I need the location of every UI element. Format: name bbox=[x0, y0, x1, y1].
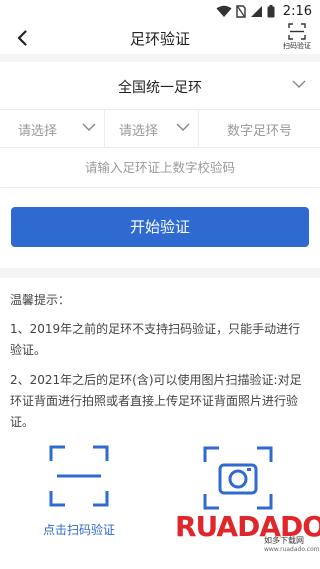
scan-action-label: 点击扫码验证 bbox=[42, 523, 115, 537]
status-bar: 2:16 bbox=[0, 0, 320, 22]
camera-frame-icon bbox=[203, 446, 273, 510]
tip-item: 2、2021年之后的足环(含)可以使用图片扫描验证:对足环证背面进行拍照或者直接… bbox=[10, 373, 302, 429]
tip-item: 1、2019年之前的足环不支持扫码验证，只能手动进行验证。 bbox=[10, 322, 301, 357]
wifi-icon bbox=[216, 5, 232, 17]
check-code-input[interactable]: 请输入足环证上数字校验码 bbox=[0, 148, 320, 188]
select-second-label: 请选择 bbox=[119, 123, 159, 139]
scan-frame-icon bbox=[49, 445, 109, 507]
select-second[interactable]: 请选择 bbox=[104, 110, 198, 148]
divider bbox=[0, 54, 320, 62]
divider bbox=[0, 268, 320, 278]
chevron-down-icon bbox=[292, 80, 306, 88]
scan-action[interactable]: 点击扫码验证 bbox=[38, 445, 120, 538]
region-select-value: 全国统一足环 bbox=[118, 80, 202, 96]
status-icons: 2:16 bbox=[216, 3, 312, 19]
ring-number-placeholder: 数字足环号 bbox=[226, 123, 292, 139]
watermark-cn: 如多下载网 bbox=[264, 536, 304, 545]
watermark-url: www.ruadado.com bbox=[264, 546, 320, 553]
select-first[interactable]: 请选择 bbox=[0, 110, 104, 148]
filter-row: 请选择 请选择 数字足环号 bbox=[0, 110, 320, 148]
scan-icon bbox=[288, 23, 306, 40]
tips-title: 温馨提示： bbox=[10, 293, 71, 307]
tips-section: 温馨提示： 1、2019年之前的足环不支持扫码验证，只能手动进行验证。 2、20… bbox=[10, 290, 310, 442]
chevron-down-icon bbox=[176, 123, 190, 131]
select-first-label: 请选择 bbox=[18, 123, 58, 139]
nav-bar: 足环验证 扫码验证 bbox=[0, 22, 320, 54]
status-time: 2:16 bbox=[282, 3, 312, 19]
scan-verify-button[interactable]: 扫码验证 bbox=[280, 23, 314, 53]
photo-action[interactable] bbox=[202, 445, 274, 511]
check-code-placeholder: 请输入足环证上数字校验码 bbox=[84, 160, 235, 175]
start-verify-button[interactable]: 开始验证 bbox=[11, 207, 309, 247]
region-select[interactable]: 全国统一足环 bbox=[0, 62, 320, 110]
sim-icon bbox=[236, 4, 246, 18]
chevron-down-icon bbox=[82, 123, 96, 131]
page-title: 足环验证 bbox=[129, 30, 190, 48]
battery-icon bbox=[267, 4, 275, 17]
ring-number-input[interactable]: 数字足环号 bbox=[198, 110, 320, 148]
signal-icon bbox=[250, 5, 262, 17]
scan-verify-label: 扫码验证 bbox=[283, 42, 311, 50]
